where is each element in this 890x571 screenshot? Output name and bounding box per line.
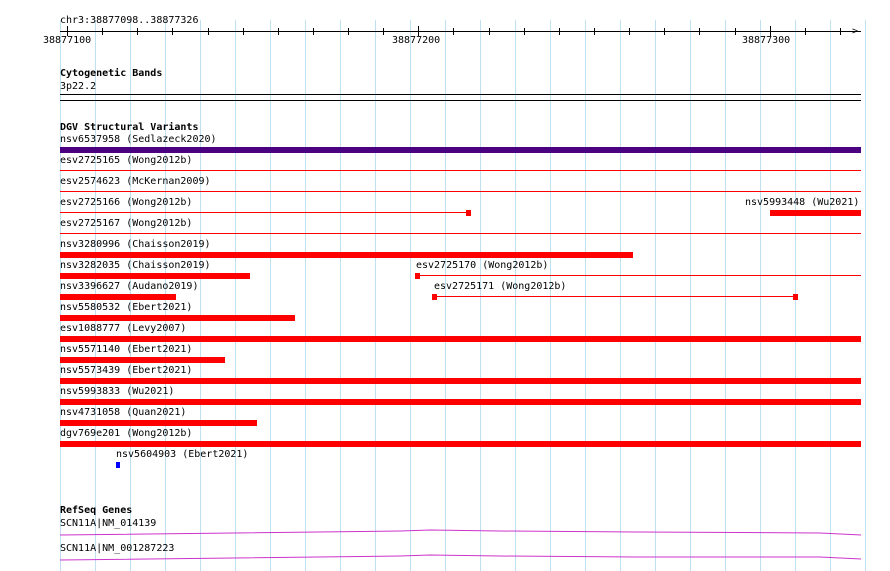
gene-model-2[interactable] bbox=[59, 554, 862, 561]
gene-models bbox=[59, 529, 862, 561]
gene-model-1[interactable] bbox=[59, 529, 862, 536]
